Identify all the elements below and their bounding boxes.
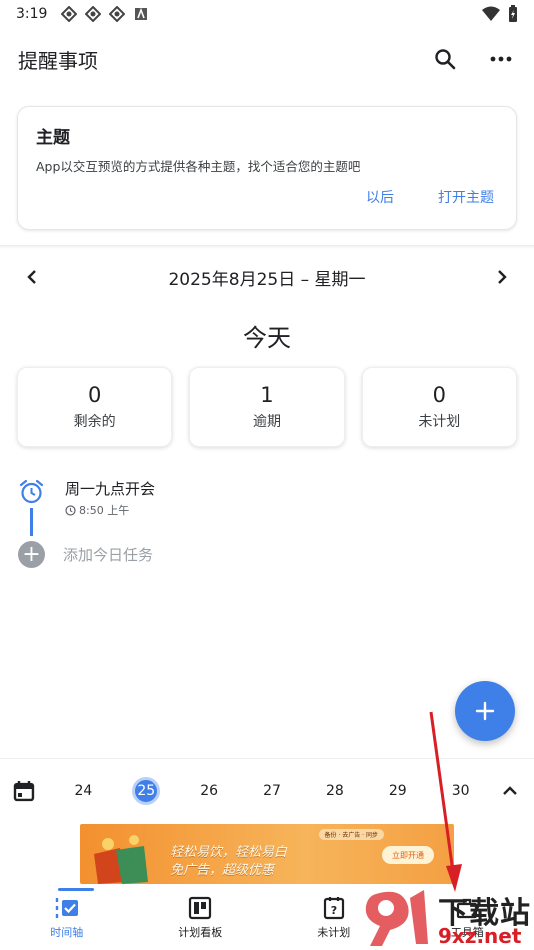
week-day-number: 28 [325,782,344,799]
divider [0,245,534,249]
ad-line-2: 免广告，超级优惠 [170,863,275,878]
theme-card-description: App以交互预览的方式提供各种主题，找个适合您的主题吧 [36,159,361,174]
wifi-icon [482,6,500,21]
add-task-fab[interactable] [455,681,515,741]
more-options-button[interactable] [486,44,516,74]
notification-icon [109,6,126,22]
week-day-number: 26 [200,782,219,799]
svg-text:?: ? [331,904,337,917]
nav-timeline[interactable]: 时间轴 [0,886,134,950]
week-day-selected[interactable]: 25 [115,776,178,805]
nav-board[interactable]: 计划看板 [134,886,268,950]
task-time-text: 8:50 上午 [79,504,130,517]
watermark-logo: 下载站 9xz.net [362,884,534,950]
chevron-up-icon[interactable] [498,779,522,803]
calendar-icon[interactable] [12,779,36,803]
previous-day-button[interactable] [20,265,44,289]
stat-label: 未计划 [418,414,461,430]
theme-card-title: 主题 [36,128,70,148]
watermark-url: 9xz.net [438,924,522,948]
ad-banner[interactable]: 备份 · 去广告 · 同步 轻松易饮，轻松易白 免广告，超级优惠 立即开通 [80,824,454,884]
task-time: 8:50 上午 [65,502,155,518]
unplanned-icon: ? [323,897,344,920]
week-day[interactable]: 29 [366,778,429,804]
plus-icon [475,701,495,721]
nav-label: 未计划 [317,926,351,939]
timeline-icon [55,898,78,918]
alarm-clock-icon [19,479,44,504]
task-timeline: 周一九点开会 8:50 上午 + 添加今日任务 [18,478,518,578]
status-time: 3:19 [16,6,48,22]
nav-label: 时间轴 [50,926,84,939]
theme-card-actions: 以后 打开主题 [366,187,494,207]
ad-tabs: 备份 · 去广告 · 同步 [318,829,384,840]
notification-icon [85,6,102,22]
ad-cta-button[interactable]: 立即开通 [382,846,434,864]
stat-label: 剩余的 [73,414,116,430]
week-day[interactable]: 26 [178,778,241,804]
gift-bag-icon [94,835,148,884]
ad-line-1: 轻松易饮，轻松易白 [170,845,288,860]
stat-value: 1 [260,383,274,407]
board-icon [189,896,212,920]
stat-label: 逾期 [252,414,281,430]
week-day[interactable]: 30 [429,778,492,804]
week-day[interactable]: 24 [52,778,115,804]
week-day-number: 24 [74,782,93,799]
watermark-logo-mark [365,890,428,946]
stat-remaining[interactable]: 0 剩余的 [17,367,173,447]
app-bar: 提醒事项 [0,36,534,82]
app-notification-icon [135,7,148,20]
week-day-number: 29 [388,782,407,799]
page-title: 提醒事项 [18,48,98,73]
later-button[interactable]: 以后 [366,187,394,207]
task-title: 周一九点开会 [65,480,156,498]
chevron-left-icon [27,270,36,284]
battery-icon [509,5,517,22]
search-button[interactable] [430,44,460,74]
theme-promo-card: 主题 App以交互预览的方式提供各种主题，找个适合您的主题吧 以后 打开主题 [17,106,517,230]
status-right [482,5,518,23]
date-navigator: 2025年8月25日 – 星期一 [0,262,534,292]
week-day-number: 30 [451,782,470,799]
clock-icon [65,504,76,516]
stats-row: 0 剩余的 1 逾期 0 未计划 [17,367,517,447]
next-day-button[interactable] [490,265,514,289]
add-icon: + [18,541,45,568]
ad-headline: 轻松易饮，轻松易白 免广告，超级优惠 [170,844,287,880]
current-date[interactable]: 2025年8月25日 – 星期一 [168,265,365,290]
add-today-task[interactable]: + 添加今日任务 [18,541,153,568]
nav-label: 计划看板 [178,926,223,939]
notification-icon [61,6,78,22]
week-day-number: 27 [263,782,281,799]
stat-overdue[interactable]: 1 逾期 [189,367,345,447]
open-theme-button[interactable]: 打开主题 [438,187,494,207]
week-day-number: 25 [132,776,161,805]
more-icon [490,56,512,62]
task-item[interactable]: 周一九点开会 8:50 上午 [18,478,155,518]
add-task-label: 添加今日任务 [63,546,154,564]
today-heading: 今天 [243,324,291,352]
status-bar: 3:19 [0,0,534,28]
week-strip: 24 25 26 27 28 29 30 [0,758,534,822]
chevron-right-icon [498,270,507,284]
stat-value: 0 [432,383,446,407]
week-day[interactable]: 27 [241,778,304,804]
search-icon [435,49,456,70]
stat-value: 0 [87,383,102,407]
week-day[interactable]: 28 [303,778,366,804]
stat-unplanned[interactable]: 0 未计划 [361,367,517,447]
